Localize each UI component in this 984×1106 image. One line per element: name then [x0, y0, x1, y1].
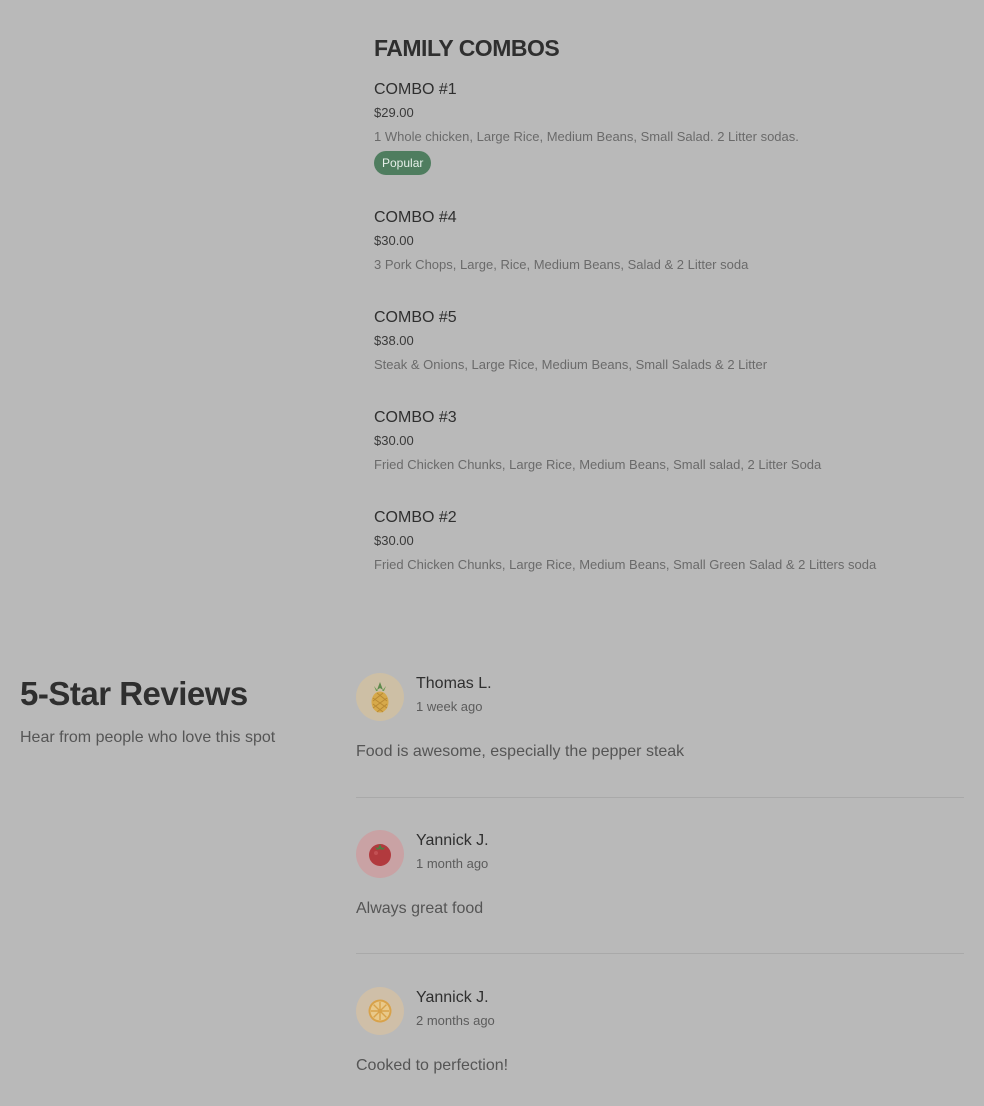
- review-divider: [356, 797, 964, 798]
- avatar: [356, 673, 404, 721]
- section-title: FAMILY COMBOS: [374, 35, 560, 61]
- menu-item-combo-5[interactable]: COMBO #5 $38.00 Steak & Onions, Large Ri…: [374, 308, 964, 373]
- avatar: [356, 830, 404, 878]
- menu-item-name: COMBO #3: [374, 409, 457, 426]
- menu-item-combo-1[interactable]: COMBO #1 $29.00 1 Whole chicken, Large R…: [374, 80, 964, 175]
- reviewer-name: Thomas L.: [416, 675, 492, 692]
- review-date: 1 month ago: [416, 856, 489, 871]
- page: FAMILY COMBOS COMBO #1 $29.00 1 Whole ch…: [0, 0, 984, 1106]
- review-divider: [356, 953, 964, 954]
- review-card: Yannick J. 1 month ago Always great food: [356, 830, 964, 917]
- citrus-slice-icon: [368, 999, 392, 1023]
- reviewer-name: Yannick J.: [416, 832, 489, 849]
- menu-item-name: COMBO #5: [374, 309, 457, 326]
- pineapple-icon: [371, 682, 389, 713]
- family-combos-section: FAMILY COMBOS COMBO #1 $29.00 1 Whole ch…: [374, 30, 964, 572]
- review-card: Thomas L. 1 week ago Food is awesome, es…: [356, 673, 964, 760]
- review-card: Yannick J. 2 months ago Cooked to perfec…: [356, 987, 964, 1074]
- tomato-icon: [369, 844, 391, 866]
- review-date: 2 months ago: [416, 1013, 495, 1028]
- reviews-header: 5-Star Reviews Hear from people who love…: [20, 672, 340, 748]
- menu-item-description: Fried Chicken Chunks, Large Rice, Medium…: [374, 457, 822, 472]
- reviewer-name: Yannick J.: [416, 989, 489, 1006]
- menu-item-combo-2[interactable]: COMBO #2 $30.00 Fried Chicken Chunks, La…: [374, 508, 964, 573]
- avatar: [356, 987, 404, 1035]
- menu-item-price: $29.00: [374, 105, 414, 120]
- review-date: 1 week ago: [416, 699, 483, 714]
- popular-badge: Popular: [374, 151, 432, 175]
- review-text: Food is awesome, especially the pepper s…: [356, 743, 685, 760]
- menu-item-description: Steak & Onions, Large Rice, Medium Beans…: [374, 357, 768, 372]
- menu-item-name: COMBO #4: [374, 209, 457, 226]
- menu-item-description: 1 Whole chicken, Large Rice, Medium Bean…: [374, 129, 799, 144]
- menu-item-price: $30.00: [374, 533, 414, 548]
- reviews-title: 5-Star Reviews: [20, 675, 248, 712]
- menu-item-combo-3[interactable]: COMBO #3 $30.00 Fried Chicken Chunks, La…: [374, 408, 964, 473]
- menu-item-name: COMBO #1: [374, 81, 457, 98]
- menu-item-description: 3 Pork Chops, Large, Rice, Medium Beans,…: [374, 257, 749, 272]
- menu-item-price: $30.00: [374, 433, 414, 448]
- menu-item-combo-4[interactable]: COMBO #4 $30.00 3 Pork Chops, Large, Ric…: [374, 208, 964, 273]
- reviews-subtitle: Hear from people who love this spot: [20, 729, 276, 746]
- menu-item-name: COMBO #2: [374, 509, 457, 526]
- menu-item-description: Fried Chicken Chunks, Large Rice, Medium…: [374, 557, 877, 572]
- review-text: Cooked to perfection!: [356, 1057, 509, 1074]
- review-text: Always great food: [356, 900, 484, 917]
- menu-item-price: $30.00: [374, 233, 414, 248]
- menu-item-price: $38.00: [374, 333, 414, 348]
